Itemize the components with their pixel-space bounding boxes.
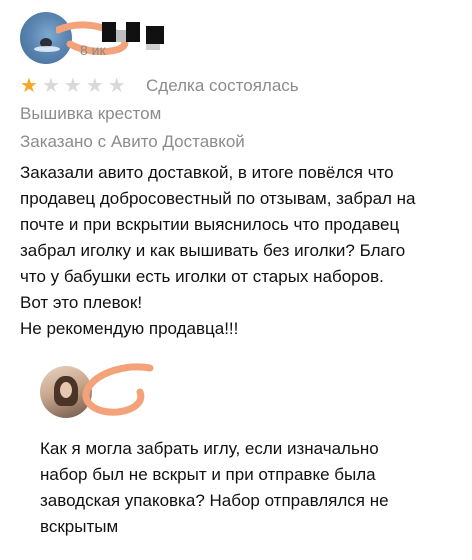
deal-status: Сделка состоялась (146, 76, 299, 95)
star-empty-icon: ★ (107, 75, 126, 97)
redaction-block (102, 22, 116, 42)
review-text-line: забрал иголку и как вышивать без иголки?… (20, 241, 406, 260)
review-text-line: почте и при вскрытии выяснилось что прод… (20, 215, 400, 234)
redaction-block (146, 44, 160, 50)
item-name[interactable]: Вышивка крестом (20, 104, 161, 124)
star-empty-icon: ★ (41, 75, 60, 97)
review-text-line: продавец добросовестный по отзывам, забр… (20, 189, 416, 208)
redaction-scribble (82, 363, 154, 416)
star-empty-icon: ★ (85, 75, 104, 97)
review-text-line: Не рекомендую продавца!!! (20, 319, 239, 338)
review-text: Заказали авито доставкой, в итоге повёлс… (20, 160, 466, 342)
redaction-block (126, 22, 140, 42)
star-filled-icon: ★ (20, 75, 38, 97)
reply-text-line: заводская упаковка? Набор отправлялся не (40, 491, 389, 510)
delivery-method: Заказано с Авито Доставкой (20, 132, 245, 151)
seller-reply-text: Как я могла забрать иглу, если изначальн… (40, 436, 460, 540)
reply-text-line: вскрытым (40, 517, 119, 536)
redaction-block (116, 30, 126, 42)
avatar-face (60, 382, 72, 398)
redaction-block (146, 26, 164, 44)
review-text-line: что у бабушки есть иголки от старых набо… (20, 267, 384, 286)
review-text-line: Вот это плевок! (20, 293, 143, 312)
review-date: 8 ик (80, 42, 106, 58)
review-text-line: Заказали авито доставкой, в итоге повёлс… (20, 163, 394, 182)
star-empty-icon: ★ (63, 75, 82, 97)
reply-text-line: набор был не вскрыт и при отправке была (40, 465, 376, 484)
rating-stars: ★ ★ ★ ★ ★ (20, 76, 126, 96)
reply-text-line: Как я могла забрать иглу, если изначальн… (40, 439, 379, 458)
